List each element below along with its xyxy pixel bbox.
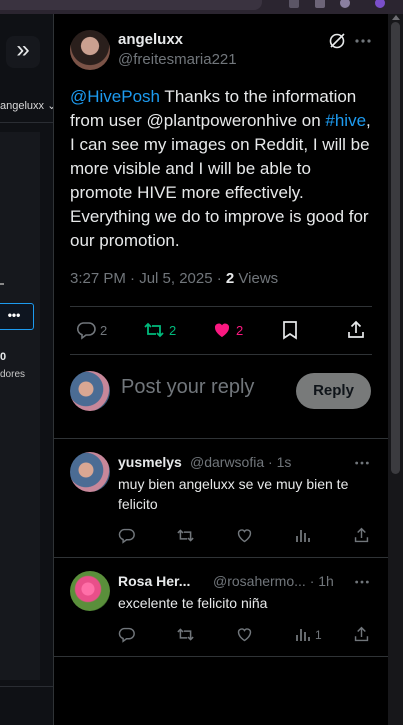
grok-icon[interactable]	[328, 32, 346, 55]
browser-tab[interactable]	[0, 0, 262, 10]
background-page-panel: » angeluxx ⌄ ••• 0 dores	[0, 14, 53, 725]
like-count: 2	[236, 322, 244, 338]
views-icon	[296, 530, 310, 542]
like-button[interactable]	[236, 626, 253, 643]
reply-input[interactable]: Post your reply	[121, 376, 254, 399]
reply-icon	[118, 627, 135, 643]
more-options-button[interactable]: •••	[0, 303, 34, 330]
repost-icon	[144, 322, 164, 338]
like-button[interactable]	[236, 527, 253, 544]
divider	[0, 686, 53, 687]
divider	[70, 354, 372, 355]
post-time[interactable]: 3:27 PM · Jul 5, 2025 ·	[70, 270, 226, 287]
post-timestamp: 3:27 PM · Jul 5, 2025 · 2 Views	[70, 270, 278, 287]
reply-count: 2	[100, 322, 108, 338]
reply-author-handle[interactable]: @darwsofia · 1s	[190, 454, 291, 470]
views-count: 1	[315, 627, 322, 642]
post-text-segment: , I can see my images on Reddit, I will …	[70, 111, 371, 250]
more-dots-icon[interactable]	[354, 574, 370, 595]
heart-icon	[237, 628, 252, 642]
views-icon	[296, 629, 310, 641]
reply-avatar[interactable]	[70, 571, 110, 611]
repost-button[interactable]	[176, 527, 195, 544]
bookmark-icon	[283, 321, 297, 340]
views-label: Views	[234, 270, 279, 287]
downloads-icon[interactable]	[315, 0, 325, 8]
divider	[54, 656, 388, 657]
share-button[interactable]	[346, 320, 366, 340]
share-icon	[354, 626, 369, 642]
my-avatar	[70, 371, 110, 411]
share-icon	[348, 320, 364, 338]
share-icon	[354, 527, 369, 543]
follower-count: 0	[0, 351, 7, 363]
reply-body: muy bien angeluxx se ve muy bien te feli…	[118, 476, 349, 512]
reply-submit-button[interactable]: Reply	[296, 373, 371, 409]
more-dots-icon[interactable]	[354, 455, 370, 476]
follower-count-label: dores	[0, 369, 26, 380]
repost-button[interactable]	[176, 626, 195, 643]
browser-tab-strip	[0, 0, 403, 14]
reply-body: excelente te felicito niña	[118, 595, 268, 611]
hashtag-link[interactable]: #hive	[325, 111, 366, 130]
views-count: 2	[225, 270, 235, 287]
share-button[interactable]	[353, 626, 370, 643]
profile-card	[0, 132, 40, 680]
repost-button[interactable]: 2	[143, 320, 176, 340]
reply-avatar[interactable]	[70, 452, 110, 492]
author-name[interactable]: angeluxx	[118, 31, 183, 48]
extension-icon[interactable]	[289, 0, 299, 8]
mention-link[interactable]: @HivePosh	[70, 87, 160, 106]
scrollbar[interactable]	[388, 14, 403, 725]
views-button[interactable]	[295, 527, 311, 544]
repost-icon	[177, 529, 194, 542]
divider	[54, 438, 388, 439]
views-button[interactable]: 1	[295, 626, 322, 643]
heart-icon	[237, 529, 252, 543]
reply-author-handle[interactable]: @rosahermo... · 1h	[213, 573, 334, 589]
post-detail-column: angeluxx @freitesmaria221 @HivePosh Than…	[53, 14, 388, 725]
bookmark-button[interactable]	[281, 320, 299, 340]
repost-count: 2	[169, 322, 177, 338]
profile-icon[interactable]	[340, 0, 350, 8]
post-body: @HivePosh Thanks to the information from…	[70, 85, 375, 253]
like-button[interactable]: 2	[212, 320, 243, 340]
reply-icon	[118, 528, 135, 544]
reply-author-name[interactable]: yusmelys	[118, 454, 182, 470]
heart-icon	[214, 323, 230, 337]
divider	[70, 306, 372, 307]
share-button[interactable]	[353, 527, 370, 544]
author-handle[interactable]: @freitesmaria221	[118, 51, 237, 68]
collapse-chevron-icon[interactable]: »	[6, 36, 40, 68]
reply-icon	[76, 322, 96, 340]
dash-mark	[0, 283, 4, 285]
reply-button[interactable]	[118, 527, 135, 544]
reply-button[interactable]: 2	[76, 320, 107, 340]
reply-button[interactable]	[118, 626, 135, 643]
scroll-up-icon[interactable]	[392, 15, 400, 20]
reply-author-name[interactable]: Rosa Her...	[118, 573, 190, 589]
account-switcher[interactable]: angeluxx ⌄	[0, 99, 53, 117]
avatar-icon[interactable]	[375, 0, 385, 8]
more-dots-icon[interactable]	[354, 32, 372, 55]
divider	[0, 122, 53, 123]
divider	[54, 557, 388, 558]
author-avatar[interactable]	[70, 30, 110, 70]
repost-icon	[177, 628, 194, 641]
scrollbar-thumb[interactable]	[391, 22, 400, 474]
